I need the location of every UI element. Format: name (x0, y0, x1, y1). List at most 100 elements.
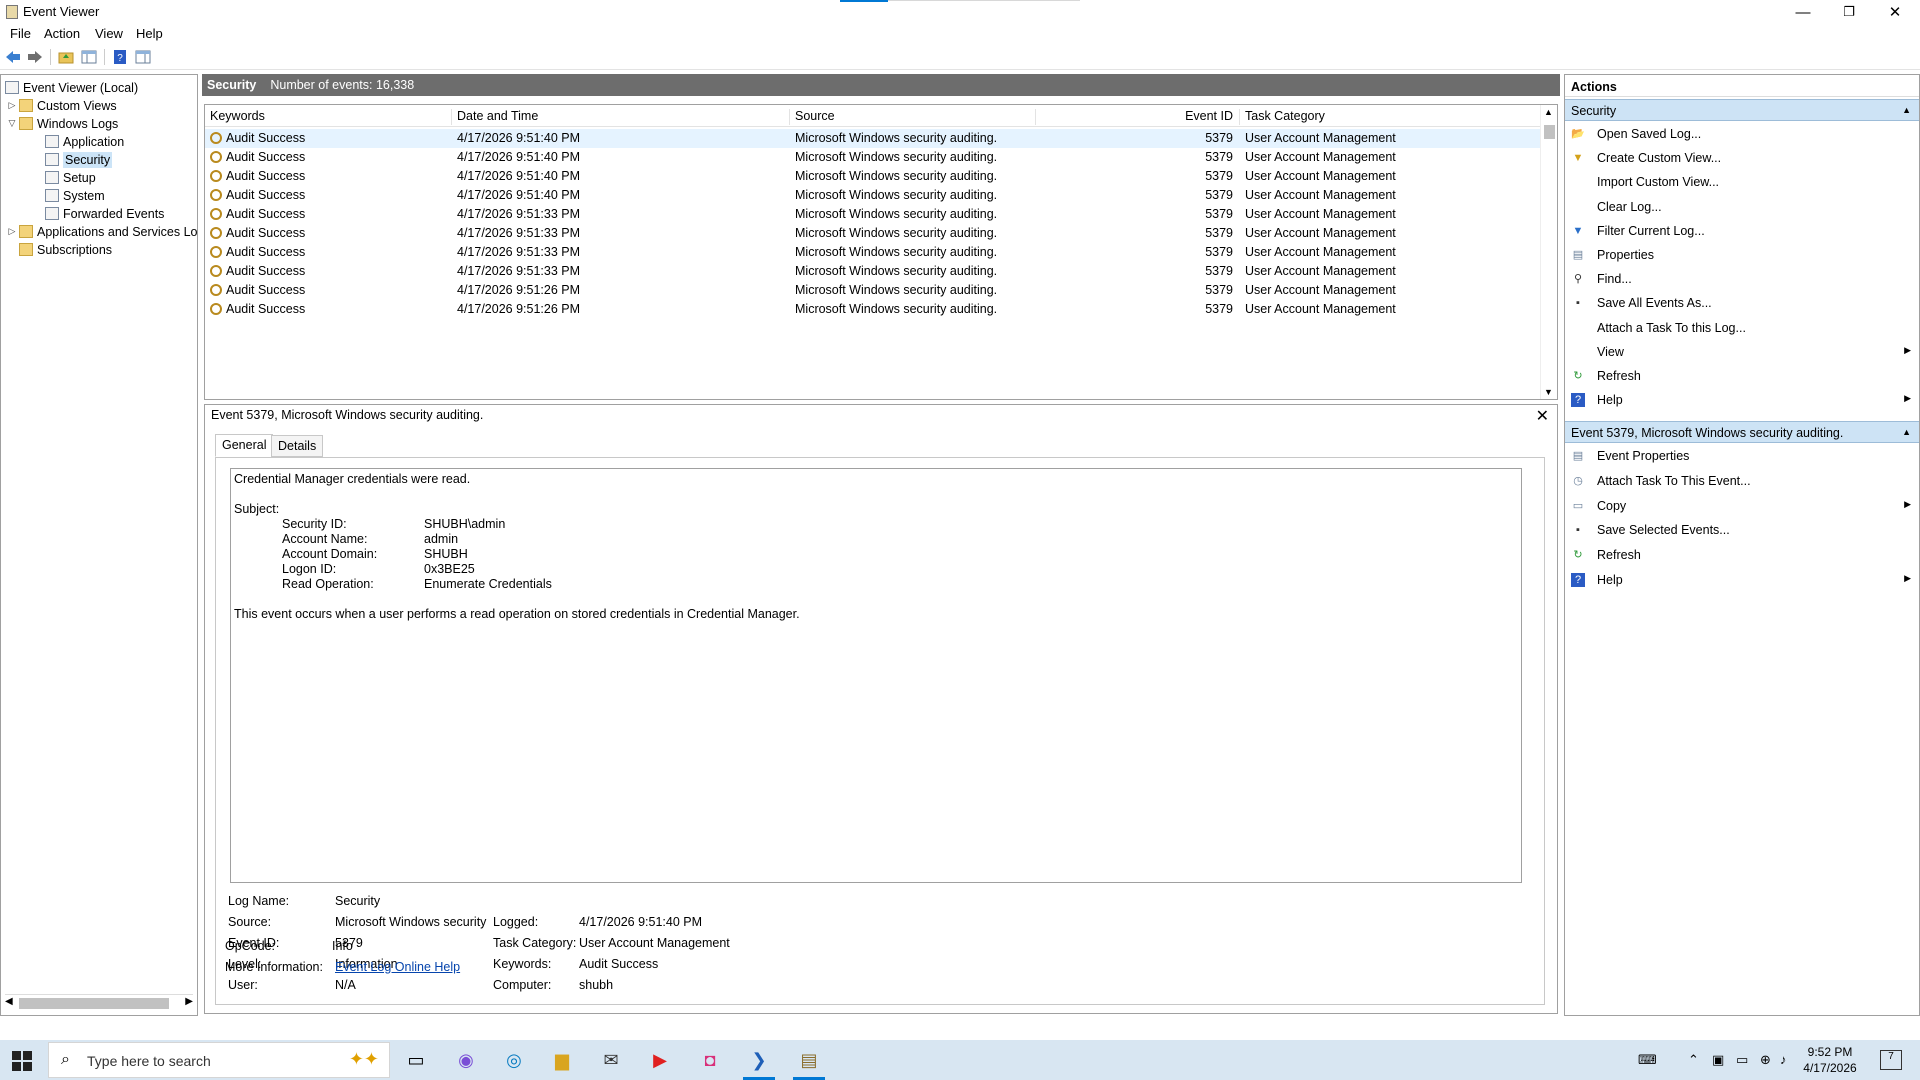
table-row[interactable]: Audit Success 4/17/2026 9:51:40 PM Microso… (205, 129, 1540, 148)
col-keywords[interactable]: Keywords (205, 109, 452, 125)
collapse-caret-icon[interactable]: ▲ (1902, 105, 1911, 115)
minimize-button[interactable]: — (1780, 0, 1826, 24)
scroll-right-icon[interactable]: ▶ (185, 996, 193, 1007)
action-pane-icon[interactable] (134, 48, 152, 66)
instagram-icon[interactable]: ◘ (694, 1044, 726, 1076)
menu-help[interactable]: Help (136, 26, 163, 41)
action-log-attach-a-task-to-this-log[interactable]: Attach a Task To this Log... (1565, 317, 1919, 339)
volume-icon[interactable]: ♪ (1780, 1052, 1787, 1067)
taskbar-clock[interactable]: 9:52 PM 4/17/2026 (1792, 1044, 1868, 1076)
taskbar-search-box[interactable]: ⌕ Type here to search ✦✦ (48, 1042, 390, 1078)
scroll-down-icon[interactable]: ▼ (1544, 387, 1553, 397)
device-icon[interactable]: ▣ (1712, 1052, 1724, 1068)
menu-action[interactable]: Action (44, 26, 80, 41)
actions-section-security[interactable]: Security ▲ (1565, 99, 1919, 121)
up-folder-icon[interactable] (57, 48, 75, 66)
action-event-attach-task-to-this-event[interactable]: ◷ Attach Task To This Event... (1565, 470, 1919, 492)
scroll-up-icon[interactable]: ▲ (1544, 107, 1553, 117)
action-event-copy[interactable]: ▭ Copy ▶ (1565, 495, 1919, 517)
tab-details[interactable]: Details (271, 435, 324, 457)
action-event-event-properties[interactable]: ▤ Event Properties (1565, 445, 1919, 467)
import-custom-view-icon (1571, 175, 1585, 189)
cell-keywords-text: Audit Success (226, 245, 306, 259)
collapse-chevron-icon[interactable]: ▽ (7, 118, 17, 129)
col-eventid[interactable]: Event ID (1036, 109, 1240, 125)
battery-icon[interactable]: ▭ (1736, 1052, 1748, 1068)
tree-item-windows-logs[interactable]: ▽ Windows Logs (7, 115, 119, 132)
close-button[interactable]: ✕ (1872, 0, 1918, 24)
collapse-caret-icon[interactable]: ▲ (1902, 427, 1911, 437)
tree-item-setup[interactable]: Setup (43, 169, 96, 186)
menu-file[interactable]: File (10, 26, 31, 41)
notification-icon[interactable]: 7 (1880, 1050, 1902, 1070)
table-row[interactable]: Audit Success 4/17/2026 9:51:33 PM Microso… (205, 262, 1540, 281)
action-event-refresh[interactable]: ↻ Refresh (1565, 544, 1919, 566)
action-log-properties[interactable]: ▤ Properties (1565, 244, 1919, 266)
file-explorer-icon[interactable]: ▆ (546, 1044, 578, 1076)
event-viewer-taskbar-icon[interactable]: ▤ (793, 1044, 825, 1080)
meta-value: shubh (579, 978, 614, 992)
edge-browser-icon[interactable]: ◎ (498, 1044, 530, 1076)
event-log-online-help-link[interactable]: Event Log Online Help (335, 960, 460, 974)
action-log-create-custom-view[interactable]: ▼ Create Custom View... (1565, 147, 1919, 169)
youtube-icon[interactable]: ▶ (644, 1044, 676, 1076)
tree-item-security[interactable]: Security (43, 151, 113, 168)
scroll-thumb[interactable] (1544, 125, 1555, 139)
grid-vertical-scrollbar[interactable]: ▲ ▼ (1540, 105, 1557, 399)
powershell-icon[interactable]: ❯ (743, 1044, 775, 1080)
event-message-box[interactable]: Credential Manager credentials were read… (230, 468, 1522, 883)
action-log-import-custom-view[interactable]: Import Custom View... (1565, 171, 1919, 193)
col-datetime[interactable]: Date and Time (452, 109, 790, 125)
table-row[interactable]: Audit Success 4/17/2026 9:51:40 PM Microso… (205, 167, 1540, 186)
action-event-help[interactable]: ? Help ▶ (1565, 569, 1919, 591)
back-arrow-icon[interactable] (4, 48, 22, 66)
copilot-icon[interactable]: ◉ (450, 1044, 482, 1076)
action-log-clear-log[interactable]: Clear Log... (1565, 196, 1919, 218)
table-row[interactable]: Audit Success 4/17/2026 9:51:40 PM Microso… (205, 148, 1540, 167)
expand-chevron-icon[interactable]: ▷ (7, 226, 17, 237)
table-row[interactable]: Audit Success 4/17/2026 9:51:26 PM Microso… (205, 281, 1540, 300)
tree-item-forwarded-events[interactable]: Forwarded Events (43, 205, 164, 222)
network-globe-icon[interactable]: ⊕ (1760, 1052, 1771, 1068)
col-source[interactable]: Source (790, 109, 1036, 125)
action-log-open-saved-log[interactable]: 📂 Open Saved Log... (1565, 123, 1919, 145)
mail-icon[interactable]: ✉ (595, 1044, 627, 1076)
scroll-thumb[interactable] (19, 998, 169, 1009)
help-icon[interactable]: ? (111, 48, 129, 66)
action-log-filter-current-log[interactable]: ▼ Filter Current Log... (1565, 220, 1919, 242)
audit-key-icon (210, 189, 222, 201)
menu-view[interactable]: View (95, 26, 123, 41)
scroll-left-icon[interactable]: ◀ (5, 996, 13, 1007)
tree-item-application[interactable]: Application (43, 133, 124, 150)
action-log-help[interactable]: ? Help ▶ (1565, 389, 1919, 411)
table-row[interactable]: Audit Success 4/17/2026 9:51:33 PM Microso… (205, 243, 1540, 262)
task-view-icon[interactable]: ▭ (400, 1044, 432, 1076)
table-row[interactable]: Audit Success 4/17/2026 9:51:26 PM Microso… (205, 300, 1540, 319)
tree-item-custom-views[interactable]: ▷ Custom Views (7, 97, 117, 114)
tree-root[interactable]: Event Viewer (Local) (3, 79, 138, 96)
table-row[interactable]: Audit Success 4/17/2026 9:51:33 PM Microso… (205, 224, 1540, 243)
tree-item-system[interactable]: System (43, 187, 105, 204)
table-row[interactable]: Audit Success 4/17/2026 9:51:33 PM Microso… (205, 205, 1540, 224)
action-log-view[interactable]: View ▶ (1565, 341, 1919, 363)
meta-key: Task Category: (493, 936, 577, 950)
show-hidden-icons-chevron[interactable]: ⌃ (1688, 1052, 1699, 1068)
tree-horizontal-scrollbar[interactable]: ◀ ▶ (5, 994, 193, 1011)
col-category[interactable]: Task Category (1240, 109, 1540, 125)
table-row[interactable]: Audit Success 4/17/2026 9:51:40 PM Microso… (205, 186, 1540, 205)
actions-section-event[interactable]: Event 5379, Microsoft Windows security a… (1565, 421, 1919, 443)
tree-item-subscriptions[interactable]: Subscriptions (17, 241, 112, 258)
close-detail-icon[interactable]: ✕ (1536, 406, 1549, 426)
tab-general[interactable]: General (215, 434, 274, 457)
action-event-save-selected-events[interactable]: ▪ Save Selected Events... (1565, 519, 1919, 541)
action-log-find[interactable]: ⚲ Find... (1565, 268, 1919, 290)
action-log-refresh[interactable]: ↻ Refresh (1565, 365, 1919, 387)
show-hide-tree-icon[interactable] (80, 48, 98, 66)
windows-start-icon[interactable] (12, 1051, 32, 1071)
keyboard-icon[interactable]: ⌨ (1638, 1052, 1657, 1068)
action-log-save-all-events-as[interactable]: ▪ Save All Events As... (1565, 292, 1919, 314)
restore-button[interactable]: ❐ (1826, 0, 1872, 24)
forward-arrow-icon[interactable] (26, 48, 44, 66)
tree-item-apps-services[interactable]: ▷ Applications and Services Lo (7, 223, 198, 240)
expand-chevron-icon[interactable]: ▷ (7, 100, 17, 111)
